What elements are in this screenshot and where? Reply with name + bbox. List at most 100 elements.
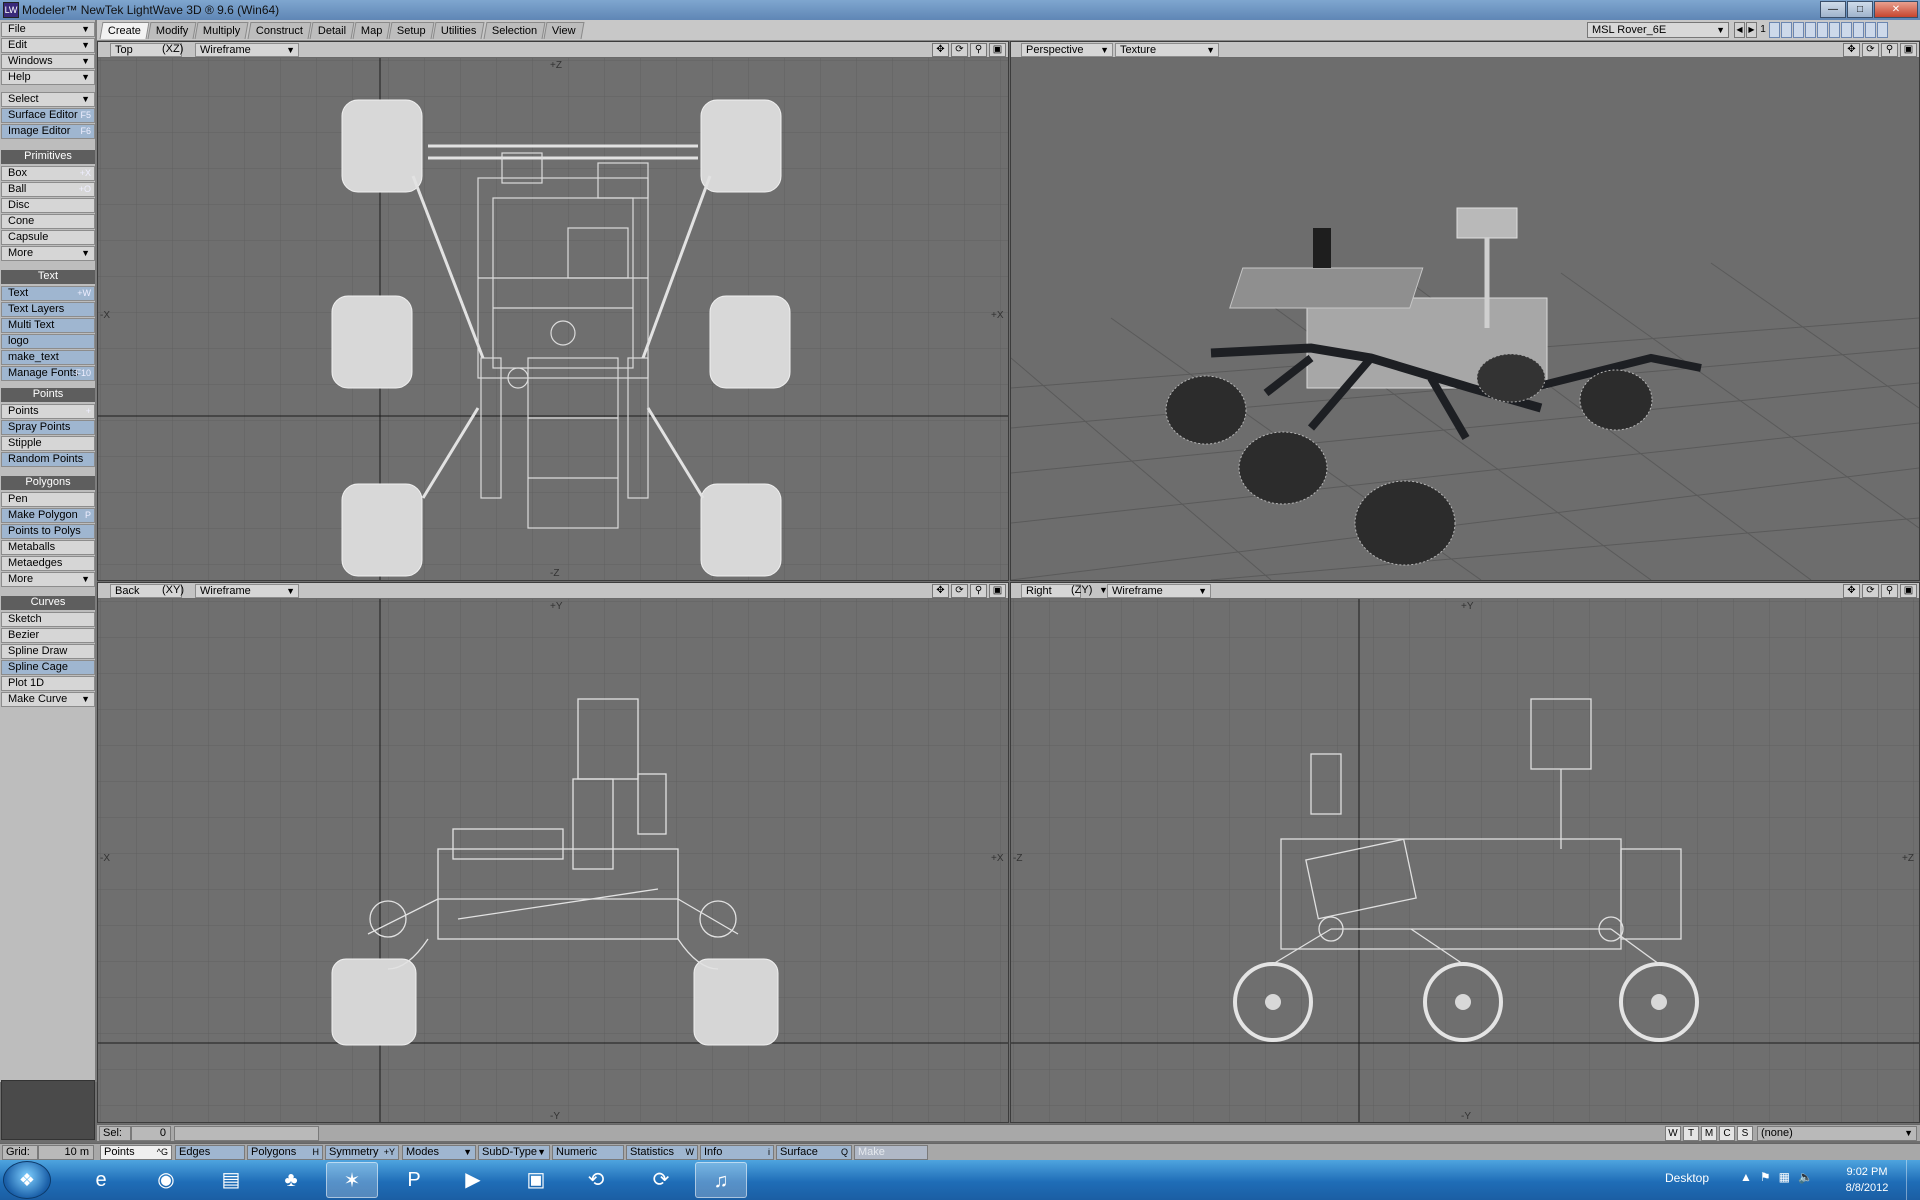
points-mode-button[interactable]: Points ^G <box>100 1145 172 1160</box>
layer-1-toggle[interactable] <box>1769 22 1780 38</box>
viewport-right[interactable]: Right (ZY) ▼ Wireframe ▼ ✥ ⟳ ⚲ ▣ +Y -Y -… <box>1010 582 1920 1123</box>
internet-explorer-icon[interactable]: e <box>75 1162 127 1198</box>
lightwave-layout-icon[interactable]: ⟲ <box>570 1162 622 1198</box>
object-select-dropdown[interactable]: MSL Rover_6E ▼ <box>1587 22 1729 38</box>
chevron-up-icon[interactable]: ▲ <box>1740 1170 1752 1184</box>
box-button[interactable]: Box +X <box>1 166 95 181</box>
maximize-button[interactable]: □ <box>1847 1 1873 18</box>
viewport-top[interactable]: Top (XZ) ▼ Wireframe ▼ ✥ ⟳ ⚲ ▣ <box>97 41 1009 581</box>
text-button[interactable]: Text +W <box>1 286 95 301</box>
tab-construct[interactable]: Construct <box>247 22 312 39</box>
maximize-view-icon[interactable]: ▣ <box>1900 43 1917 57</box>
render-mode-dropdown[interactable]: Wireframe ▼ <box>195 584 299 598</box>
cone-button[interactable]: Cone <box>1 214 95 229</box>
surface-mode-button[interactable]: Surface Q <box>776 1145 852 1160</box>
viewport-back[interactable]: Back (XY) ▼ Wireframe ▼ ✥ ⟳ ⚲ ▣ <box>97 582 1009 1123</box>
viewport-right-canvas[interactable]: +Y -Y -Z +Z <box>1011 599 1919 1122</box>
rotate-view-icon[interactable]: ⟳ <box>951 584 968 598</box>
capsule-button[interactable]: Capsule <box>1 230 95 245</box>
viewport-top-canvas[interactable]: +Z -Z -X +X <box>98 58 1008 580</box>
layer-4-toggle[interactable] <box>1805 22 1816 38</box>
zoom-view-icon[interactable]: ⚲ <box>970 43 987 57</box>
tab-multiply[interactable]: Multiply <box>194 22 250 39</box>
previous-object-button[interactable]: ◀ <box>1734 22 1745 38</box>
viewport-perspective[interactable]: Perspective ▼ Texture ▼ ✥ ⟳ ⚲ ▣ <box>1010 41 1920 581</box>
lightwave-app-icon[interactable]: LW <box>3 2 19 18</box>
action-center-flag-icon[interactable]: ⚑ <box>1760 1170 1771 1184</box>
numeric-mode-button[interactable]: Numeric <box>552 1145 624 1160</box>
layer-5-toggle[interactable] <box>1817 22 1828 38</box>
minimize-button[interactable]: — <box>1820 1 1846 18</box>
tab-view[interactable]: View <box>543 22 584 39</box>
stipple-button[interactable]: Stipple <box>1 436 95 451</box>
wtmcs-w-button[interactable]: W <box>1665 1126 1681 1141</box>
wtmcs-c-button[interactable]: C <box>1719 1126 1735 1141</box>
media-player-icon[interactable]: ▶ <box>447 1162 499 1198</box>
tab-selection[interactable]: Selection <box>483 22 546 39</box>
modes-mode-button[interactable]: Modes ▼ <box>402 1145 476 1160</box>
logo-button[interactable]: logo <box>1 334 95 349</box>
surface-editor-button[interactable]: Surface Editor F5 <box>1 108 95 123</box>
viewport-perspective-canvas[interactable] <box>1011 58 1919 580</box>
tab-create[interactable]: Create <box>99 22 150 39</box>
rotate-view-icon[interactable]: ⟳ <box>1862 584 1879 598</box>
tab-utilities[interactable]: Utilities <box>432 22 486 39</box>
statistics-mode-button[interactable]: Statistics W <box>626 1145 698 1160</box>
zoom-view-icon[interactable]: ⚲ <box>1881 43 1898 57</box>
layer-3-toggle[interactable] <box>1793 22 1804 38</box>
firefox-icon[interactable]: ◉ <box>140 1162 192 1198</box>
random-points-button[interactable]: Random Points <box>1 452 95 467</box>
volume-icon[interactable]: 🔈 <box>1798 1170 1813 1184</box>
surface-dropdown[interactable]: (none) ▼ <box>1757 1126 1917 1141</box>
close-button[interactable]: ✕ <box>1874 1 1918 18</box>
disc-button[interactable]: Disc <box>1 198 95 213</box>
windows-menu[interactable]: Windows ▼ <box>1 54 95 69</box>
metaballs-button[interactable]: Metaballs <box>1 540 95 555</box>
desktop-toolbar-label[interactable]: Desktop <box>1665 1171 1709 1185</box>
layer-8-toggle[interactable] <box>1853 22 1864 38</box>
lightwave-modeler-icon[interactable]: ✶ <box>326 1162 378 1198</box>
maximize-view-icon[interactable]: ▣ <box>989 43 1006 57</box>
tab-setup[interactable]: Setup <box>388 22 435 39</box>
layer-9-toggle[interactable] <box>1865 22 1876 38</box>
acrobat-icon[interactable]: ♣ <box>265 1162 317 1198</box>
render-mode-dropdown[interactable]: Texture ▼ <box>1115 43 1219 57</box>
plot-1d-button[interactable]: Plot 1D <box>1 676 95 691</box>
edit-menu[interactable]: Edit ▼ <box>1 38 95 53</box>
symmetry-mode-button[interactable]: Symmetry +Y <box>325 1145 399 1160</box>
move-view-icon[interactable]: ✥ <box>932 584 949 598</box>
move-view-icon[interactable]: ✥ <box>1843 43 1860 57</box>
rotate-view-icon[interactable]: ⟳ <box>951 43 968 57</box>
layer-7-toggle[interactable] <box>1841 22 1852 38</box>
wtmcs-m-button[interactable]: M <box>1701 1126 1717 1141</box>
image-editor-button[interactable]: Image Editor F6 <box>1 124 95 139</box>
lightwave-hub-icon[interactable]: ⟳ <box>635 1162 687 1198</box>
next-object-button[interactable]: ▶ <box>1746 22 1757 38</box>
tab-map[interactable]: Map <box>352 22 391 39</box>
more-button[interactable]: More ▼ <box>1 246 95 261</box>
sketch-button[interactable]: Sketch <box>1 612 95 627</box>
zoom-view-icon[interactable]: ⚲ <box>1881 584 1898 598</box>
bezier-button[interactable]: Bezier <box>1 628 95 643</box>
view-type-dropdown[interactable]: Perspective ▼ <box>1021 43 1113 57</box>
make-text-button[interactable]: make_text <box>1 350 95 365</box>
start-button[interactable]: ❖ <box>3 1161 51 1199</box>
points-to-polys-button[interactable]: Points to Polys <box>1 524 95 539</box>
maximize-view-icon[interactable]: ▣ <box>989 584 1006 598</box>
taskbar-clock[interactable]: 9:02 PM 8/8/2012 <box>1832 1164 1902 1196</box>
tab-detail[interactable]: Detail <box>309 22 355 39</box>
text-layers-button[interactable]: Text Layers <box>1 302 95 317</box>
wtmcs-s-button[interactable]: S <box>1737 1126 1753 1141</box>
polygons-mode-button[interactable]: Polygons H <box>247 1145 323 1160</box>
make-curve-button[interactable]: Make Curve ▼ <box>1 692 95 707</box>
ball-button[interactable]: Ball +O <box>1 182 95 197</box>
pen-button[interactable]: Pen <box>1 492 95 507</box>
render-mode-dropdown[interactable]: Wireframe ▼ <box>195 43 299 57</box>
zoom-view-icon[interactable]: ⚲ <box>970 584 987 598</box>
help-menu[interactable]: Help ▼ <box>1 70 95 85</box>
spline-cage-button[interactable]: Spline Cage <box>1 660 95 675</box>
move-view-icon[interactable]: ✥ <box>932 43 949 57</box>
info-mode-button[interactable]: Info i <box>700 1145 774 1160</box>
metaedges-button[interactable]: Metaedges <box>1 556 95 571</box>
move-view-icon[interactable]: ✥ <box>1843 584 1860 598</box>
